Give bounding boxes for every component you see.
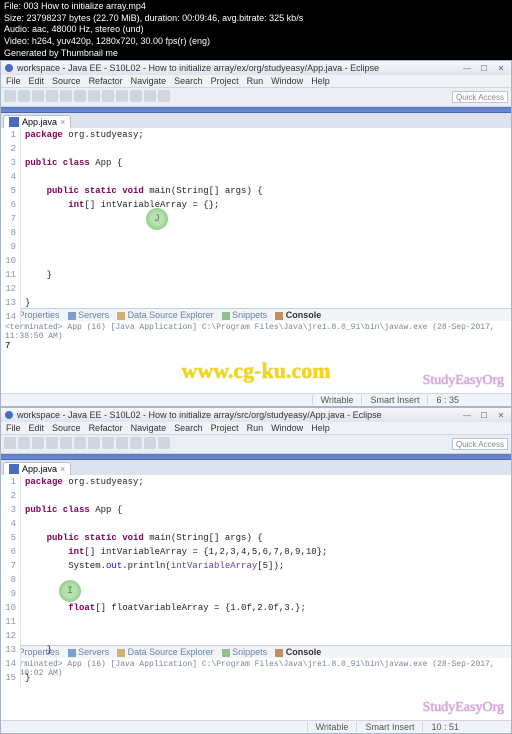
statusbar: Writable Smart Insert 6 : 35 [1, 393, 511, 406]
close-button[interactable]: ✕ [494, 62, 508, 74]
video-gen: Generated by Thumbnail me [4, 48, 508, 60]
menu-edit[interactable]: Edit [29, 423, 45, 433]
video-file: File: 003 How to initialize array.mp4 [4, 1, 508, 13]
menubar: File Edit Source Refactor Navigate Searc… [1, 422, 511, 434]
java-file-icon [9, 117, 19, 127]
status-cursor-pos: 10 : 51 [422, 722, 467, 732]
video-video: Video: h264, yuv420p, 1280x720, 30.00 fp… [4, 36, 508, 48]
menu-project[interactable]: Project [211, 423, 239, 433]
java-file-icon [9, 464, 19, 474]
minimize-button[interactable]: — [460, 409, 474, 421]
statusbar: Writable Smart Insert 10 : 51 [1, 720, 511, 733]
editor-tab-app[interactable]: App.java × [3, 115, 71, 128]
menu-navigate[interactable]: Navigate [131, 76, 167, 86]
titlebar[interactable]: workspace - Java EE - S10L02 - How to in… [1, 61, 511, 75]
status-writable: Writable [312, 395, 362, 405]
window-title: workspace - Java EE - S10L02 - How to in… [17, 410, 460, 420]
menu-window[interactable]: Window [271, 423, 303, 433]
video-audio: Audio: aac, 48000 Hz, stereo (und) [4, 24, 508, 36]
menu-run[interactable]: Run [247, 423, 264, 433]
menu-window[interactable]: Window [271, 76, 303, 86]
minimize-button[interactable]: — [460, 62, 474, 74]
menu-help[interactable]: Help [311, 76, 330, 86]
studyeasy-logo: StudyEasyOrg [423, 373, 504, 389]
menu-source[interactable]: Source [52, 423, 81, 433]
tab-title: App.java [22, 117, 57, 127]
status-insert: Smart Insert [356, 722, 422, 732]
console-header: <terminated> App (16) [Java Application]… [5, 323, 507, 341]
menu-file[interactable]: File [6, 423, 21, 433]
quick-access-input[interactable]: Quick Access [452, 91, 508, 103]
menubar: File Edit Source Refactor Navigate Searc… [1, 75, 511, 87]
editor-tab-row: App.java × [1, 113, 511, 128]
tab-close-icon[interactable]: × [60, 464, 65, 474]
studyeasy-logo: StudyEasyOrg [423, 700, 504, 716]
menu-help[interactable]: Help [311, 423, 330, 433]
toolbar-icons[interactable] [4, 90, 170, 104]
status-insert: Smart Insert [361, 395, 427, 405]
editor-tab-row: App.java × [1, 460, 511, 475]
code-editor[interactable]: 1package org.studyeasy; 2 3public class … [1, 128, 511, 308]
menu-file[interactable]: File [6, 76, 21, 86]
toolbar-icons[interactable] [4, 437, 170, 451]
maximize-button[interactable]: ☐ [477, 62, 491, 74]
maximize-button[interactable]: ☐ [477, 409, 491, 421]
watermark-text: www.cg-ku.com [181, 358, 330, 384]
eclipse-icon [4, 410, 14, 420]
tab-close-icon[interactable]: × [60, 117, 65, 127]
status-cursor-pos: 6 : 35 [427, 395, 467, 405]
menu-refactor[interactable]: Refactor [89, 76, 123, 86]
quick-access-input[interactable]: Quick Access [452, 438, 508, 450]
status-writable: Writable [307, 722, 357, 732]
toolbar: Quick Access [1, 87, 511, 107]
eclipse-window-2: workspace - Java EE - S10L02 - How to in… [0, 407, 512, 734]
eclipse-icon [4, 63, 14, 73]
menu-project[interactable]: Project [211, 76, 239, 86]
menu-search[interactable]: Search [174, 423, 203, 433]
menu-edit[interactable]: Edit [29, 76, 45, 86]
titlebar[interactable]: workspace - Java EE - S10L02 - How to in… [1, 408, 511, 422]
toolbar: Quick Access [1, 434, 511, 454]
video-metadata: File: 003 How to initialize array.mp4 Si… [0, 0, 512, 60]
console-output: 7 [5, 341, 507, 351]
tab-title: App.java [22, 464, 57, 474]
eclipse-window-1: workspace - Java EE - S10L02 - How to in… [0, 60, 512, 407]
window-title: workspace - Java EE - S10L02 - How to in… [17, 63, 460, 73]
menu-source[interactable]: Source [52, 76, 81, 86]
console-view[interactable]: <terminated> App (16) [Java Application]… [1, 321, 511, 393]
menu-navigate[interactable]: Navigate [131, 423, 167, 433]
editor-tab-app[interactable]: App.java × [3, 462, 71, 475]
menu-run[interactable]: Run [247, 76, 264, 86]
menu-refactor[interactable]: Refactor [89, 423, 123, 433]
close-button[interactable]: ✕ [494, 409, 508, 421]
video-size: Size: 23798237 bytes (22.70 MiB), durati… [4, 13, 508, 25]
menu-search[interactable]: Search [174, 76, 203, 86]
code-editor[interactable]: 1package org.studyeasy; 2 3public class … [1, 475, 511, 645]
